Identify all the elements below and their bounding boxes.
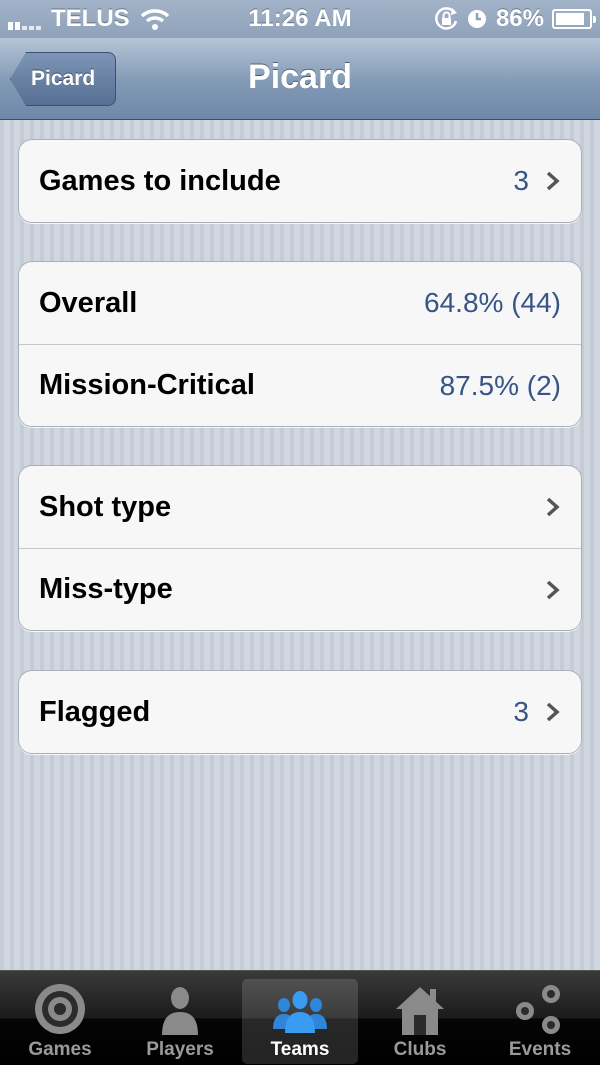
chevron-right-icon: [546, 580, 560, 599]
battery-icon: [552, 9, 596, 29]
tab-label-games: Games: [28, 1039, 92, 1060]
mission-critical-row: Mission-Critical 87.5% (2): [19, 344, 581, 426]
circles-icon: [516, 985, 560, 1034]
overall-row: Overall 64.8% (44): [19, 262, 581, 344]
tab-label-events: Events: [508, 1039, 572, 1060]
games-to-include-row[interactable]: Games to include 3: [19, 140, 581, 222]
percentages-group: Overall 64.8% (44) Mission-Critical 87.5…: [18, 261, 582, 427]
mission-critical-label: Mission-Critical: [39, 369, 255, 401]
target-icon: [35, 984, 85, 1034]
flagged-row[interactable]: Flagged 3: [19, 671, 581, 753]
alarm-icon: [467, 10, 486, 28]
games-group: Games to include 3: [18, 139, 582, 223]
rotation-lock-icon: [435, 7, 458, 30]
games-to-include-value: 3: [513, 165, 529, 196]
tab-players[interactable]: Players: [120, 971, 240, 1065]
types-group: Shot type Miss-type: [18, 465, 582, 631]
status-bar: TELUS 11:26 AM 86%: [0, 0, 600, 38]
miss-type-label: Miss-type: [39, 573, 173, 605]
shot-type-row[interactable]: Shot type: [19, 466, 581, 548]
chevron-right-icon: [546, 702, 560, 722]
flagged-label: Flagged: [39, 695, 151, 728]
tab-teams[interactable]: Teams: [242, 979, 358, 1064]
overall-value: 64.8% (44): [424, 287, 561, 318]
tab-events[interactable]: Events: [480, 971, 600, 1065]
page-title: Picard: [248, 58, 352, 96]
games-to-include-label: Games to include: [39, 164, 281, 197]
miss-type-row[interactable]: Miss-type: [19, 548, 581, 630]
flagged-value: 3: [513, 696, 529, 727]
mission-critical-value: 87.5% (2): [439, 369, 561, 401]
chevron-right-icon: [546, 171, 560, 191]
chevron-right-icon: [546, 497, 560, 517]
overall-label: Overall: [39, 286, 138, 319]
team-icon: [273, 991, 327, 1033]
shot-type-label: Shot type: [39, 490, 172, 523]
person-icon: [162, 987, 198, 1035]
house-icon: [396, 987, 444, 1035]
tab-label-players: Players: [146, 1039, 214, 1060]
navigation-bar: Picard Picard: [0, 38, 600, 120]
tab-clubs[interactable]: Clubs: [360, 971, 480, 1065]
tab-label-teams: Teams: [270, 1039, 330, 1060]
flagged-group: Flagged 3: [18, 670, 582, 754]
battery-percentage: 86%: [495, 5, 544, 32]
tab-bar: Games Players Teams Clubs Events: [0, 970, 600, 1065]
tab-games[interactable]: Games: [0, 971, 120, 1065]
tab-label-clubs: Clubs: [393, 1039, 447, 1060]
